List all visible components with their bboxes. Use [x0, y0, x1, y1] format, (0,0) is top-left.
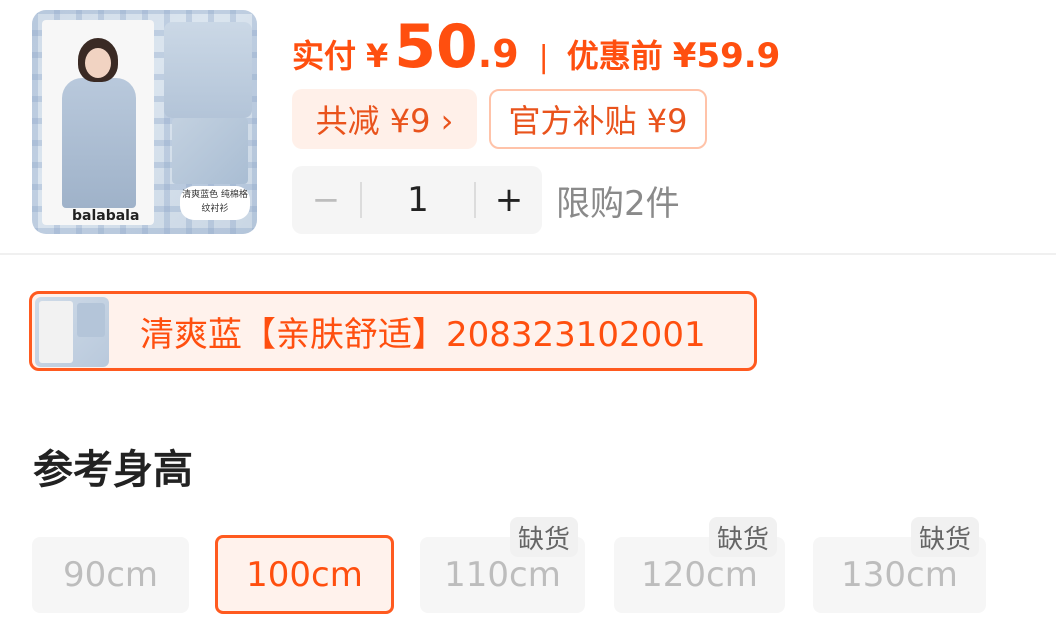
decrease-button[interactable]: −	[292, 166, 360, 234]
product-image[interactable]: balabala 清爽蓝色 纯棉格纹衬衫	[32, 10, 257, 234]
out-of-stock-badge: 缺货	[911, 517, 980, 557]
brand-logo: balabala	[72, 208, 140, 224]
size-option-100[interactable]: 100cm	[215, 535, 394, 614]
original-label: 优惠前	[566, 37, 663, 75]
variant-option-selected[interactable]: 清爽蓝【亲肤舒适】208323102001	[29, 291, 757, 371]
price-row: 实付 ¥ 50 .9 | 优惠前 ¥59.9	[292, 12, 852, 82]
variant-name: 清爽蓝【亲肤舒适】208323102001	[140, 314, 706, 355]
price-separator: |	[538, 40, 549, 75]
subsidy-chip: 官方补贴 ¥9	[489, 89, 707, 149]
original-price: ¥59.9	[672, 36, 781, 76]
quantity-stepper: − 1 +	[292, 166, 542, 234]
purchase-limit: 限购2件	[556, 184, 680, 224]
quantity-value[interactable]: 1	[362, 166, 474, 234]
thumb-model	[39, 301, 73, 363]
total-discount-chip[interactable]: 共减 ¥9 ›	[292, 89, 477, 149]
size-section-title: 参考身高	[33, 447, 193, 493]
product-tag: 清爽蓝色 纯棉格纹衬衫	[180, 186, 250, 220]
shirt-photo	[164, 22, 252, 118]
section-divider	[0, 253, 1056, 255]
model-body	[62, 78, 136, 208]
out-of-stock-badge: 缺货	[510, 517, 579, 557]
currency-symbol: ¥	[366, 37, 389, 75]
model-photo: balabala	[42, 20, 154, 225]
variant-thumbnail	[35, 297, 109, 367]
out-of-stock-badge: 缺货	[709, 517, 778, 557]
thumb-shirt	[77, 303, 105, 337]
increase-button[interactable]: +	[476, 166, 542, 234]
price-integer: 50	[394, 12, 478, 82]
price-decimal: .9	[477, 32, 519, 76]
fabric-swatch	[172, 118, 248, 184]
pay-label: 实付	[292, 37, 357, 75]
size-option-90[interactable]: 90cm	[32, 537, 189, 613]
model-face	[85, 48, 111, 78]
